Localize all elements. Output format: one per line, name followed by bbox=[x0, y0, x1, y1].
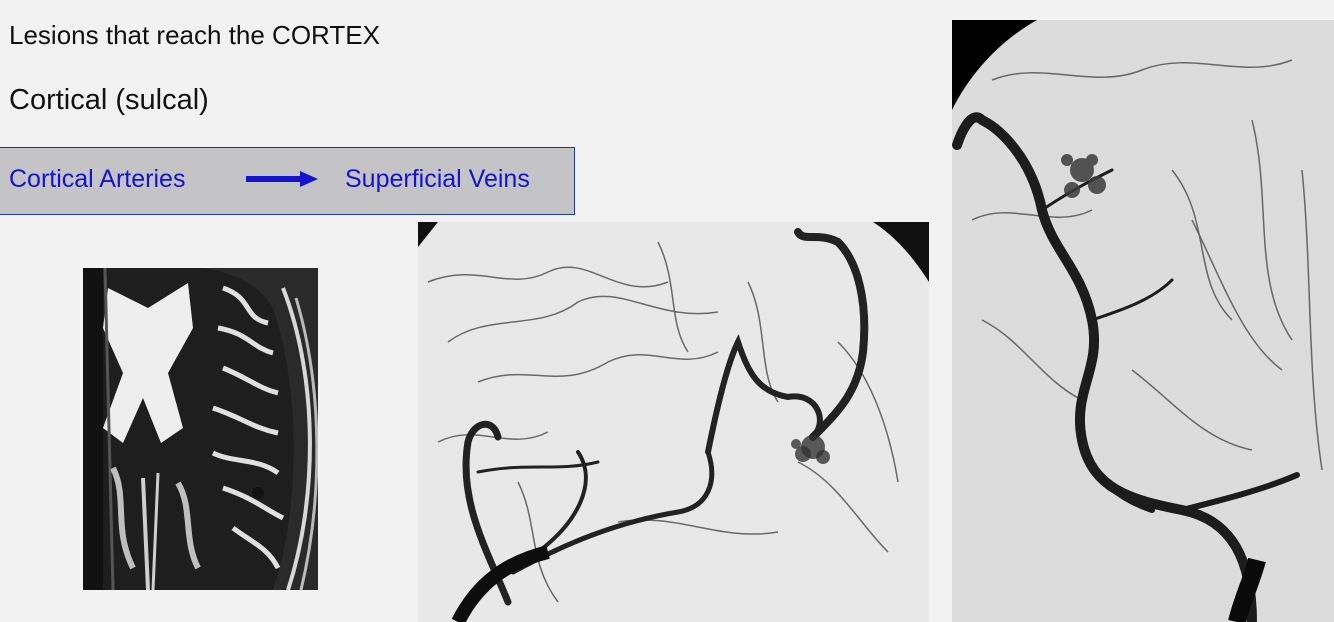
slide-subheading: Cortical (sulcal) bbox=[9, 84, 209, 116]
flow-box: Cortical Arteries Superficial Veins bbox=[0, 147, 575, 215]
cerebral-angiogram-lateral-image bbox=[418, 222, 929, 622]
brain-mri-axial-image bbox=[83, 268, 318, 590]
cerebral-angiogram-frontal-image bbox=[952, 20, 1334, 622]
flow-target-label: Superficial Veins bbox=[345, 165, 530, 193]
flow-source-label: Cortical Arteries bbox=[9, 165, 186, 193]
right-arrow-icon bbox=[246, 171, 318, 192]
slide-heading: Lesions that reach the CORTEX bbox=[9, 20, 380, 50]
